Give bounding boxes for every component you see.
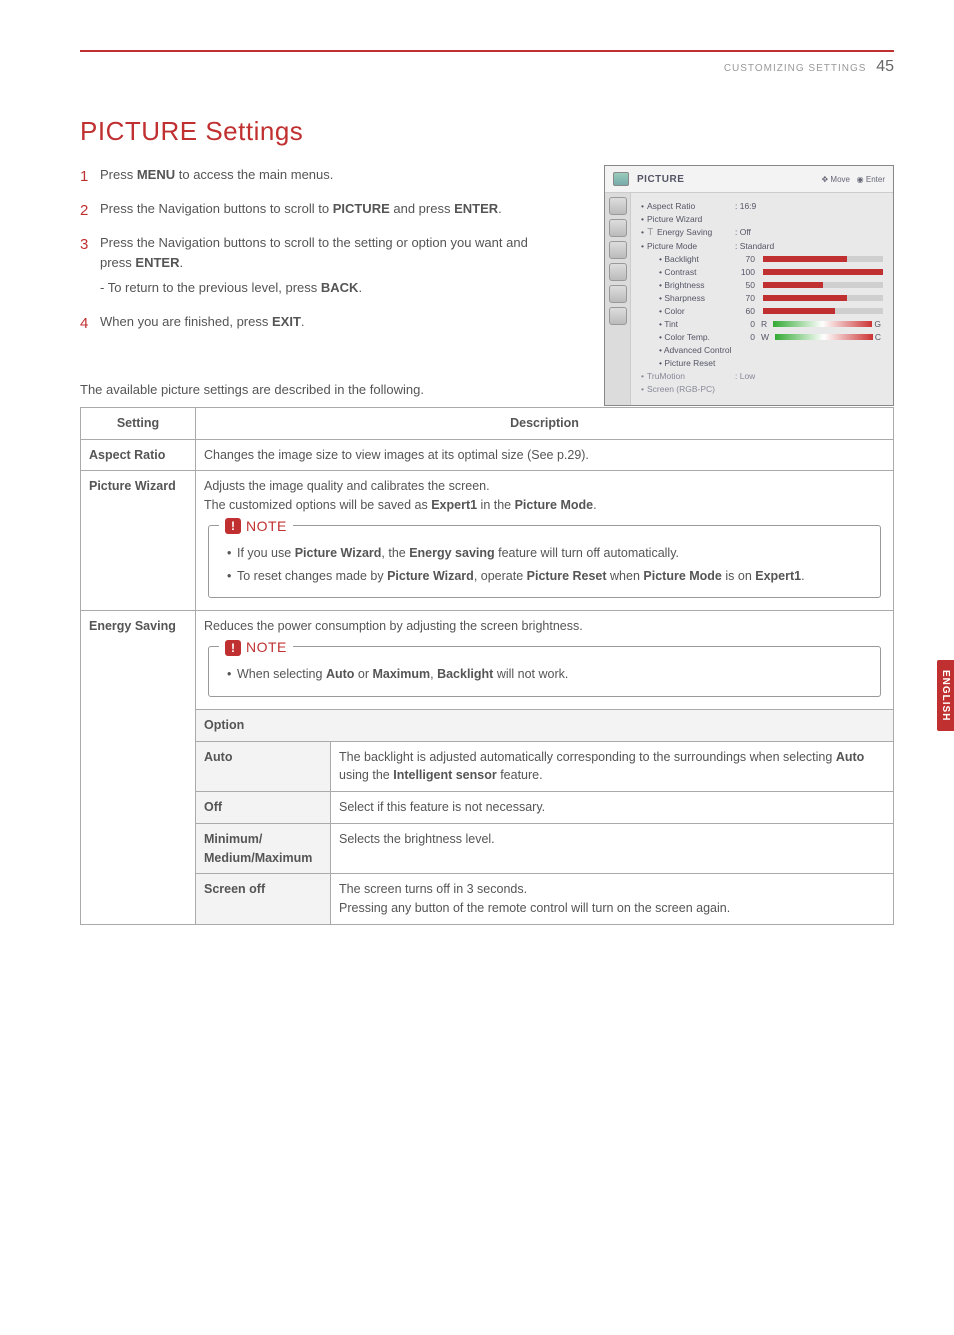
option-desc: The backlight is adjusted automatically … <box>331 741 894 792</box>
osd-main: •Aspect Ratio: 16:9 •Picture Wizard •ꔋEn… <box>631 193 893 405</box>
note-label: NOTE <box>246 637 287 658</box>
col-description: Description <box>196 407 894 439</box>
section-label: CUSTOMIZING SETTINGS <box>724 63 867 74</box>
option-row: Off Select if this feature is not necess… <box>81 792 894 824</box>
osd-title: PICTURE <box>637 174 684 185</box>
step-2: 2 Press the Navigation buttons to scroll… <box>80 199 550 219</box>
option-name: Auto <box>196 741 331 792</box>
note-box: ! NOTE If you use Picture Wizard, the En… <box>208 525 881 599</box>
option-desc: Selects the brightness level. <box>331 823 894 874</box>
page-header: CUSTOMIZING SETTINGS 45 <box>80 58 894 76</box>
step-4: 4 When you are finished, press EXIT. <box>80 312 550 332</box>
osd-tab-icon <box>609 219 627 237</box>
step-number: 3 <box>80 233 88 256</box>
step-number: 1 <box>80 165 88 188</box>
setting-desc: Adjusts the image quality and calibrates… <box>196 471 894 611</box>
table-row: Picture Wizard Adjusts the image quality… <box>81 471 894 611</box>
alert-icon: ! <box>225 640 241 656</box>
option-name: Minimum/ Medium/Maximum <box>196 823 331 874</box>
note-item: When selecting Auto or Maximum, Backligh… <box>227 665 870 684</box>
osd-tab-icon <box>609 307 627 325</box>
alert-icon: ! <box>225 518 241 534</box>
osd-tab-icon <box>609 285 627 303</box>
setting-name: Picture Wizard <box>81 471 196 611</box>
table-row: Aspect Ratio Changes the image size to v… <box>81 439 894 471</box>
option-header-row: Option <box>81 709 894 741</box>
setting-desc: Reduces the power consumption by adjusti… <box>196 611 894 710</box>
page-number: 45 <box>876 58 894 75</box>
option-desc: Select if this feature is not necessary. <box>331 792 894 824</box>
option-desc: The screen turns off in 3 seconds. Press… <box>331 874 894 925</box>
osd-tab-icon <box>609 197 627 215</box>
setting-desc: Changes the image size to view images at… <box>196 439 894 471</box>
language-tab: ENGLISH <box>937 660 954 731</box>
step-3: 3 Press the Navigation buttons to scroll… <box>80 233 550 297</box>
enter-icon: ◉ <box>857 175 864 184</box>
step-number: 2 <box>80 199 88 222</box>
col-setting: Setting <box>81 407 196 439</box>
header-rule <box>80 50 894 52</box>
osd-tab-icon <box>609 241 627 259</box>
osd-actions: ✥ Move ◉ Enter <box>821 175 885 184</box>
option-name: Screen off <box>196 874 331 925</box>
settings-table: Setting Description Aspect Ratio Changes… <box>80 407 894 925</box>
osd-panel: PICTURE ✥ Move ◉ Enter •Aspect Ratio: 16… <box>604 165 894 406</box>
table-row: Energy Saving Reduces the power consumpt… <box>81 611 894 710</box>
osd-sidebar <box>605 193 631 405</box>
option-header: Option <box>196 709 894 741</box>
step-1: 1 Press MENU to access the main menus. <box>80 165 550 185</box>
setting-name: Aspect Ratio <box>81 439 196 471</box>
osd-header: PICTURE ✥ Move ◉ Enter <box>605 166 893 193</box>
note-label: NOTE <box>246 516 287 537</box>
page-title: PICTURE Settings <box>80 116 894 147</box>
picture-icon <box>613 172 629 186</box>
option-row: Auto The backlight is adjusted automatic… <box>81 741 894 792</box>
note-box: ! NOTE When selecting Auto or Maximum, B… <box>208 646 881 697</box>
move-icon: ✥ <box>821 175 828 184</box>
steps-list: 1 Press MENU to access the main menus. 2… <box>80 165 550 332</box>
note-item: To reset changes made by Picture Wizard,… <box>227 567 870 586</box>
step-number: 4 <box>80 312 88 335</box>
option-row: Minimum/ Medium/Maximum Selects the brig… <box>81 823 894 874</box>
note-item: If you use Picture Wizard, the Energy sa… <box>227 544 870 563</box>
osd-tab-icon <box>609 263 627 281</box>
option-name: Off <box>196 792 331 824</box>
option-row: Screen off The screen turns off in 3 sec… <box>81 874 894 925</box>
setting-name: Energy Saving <box>81 611 196 925</box>
